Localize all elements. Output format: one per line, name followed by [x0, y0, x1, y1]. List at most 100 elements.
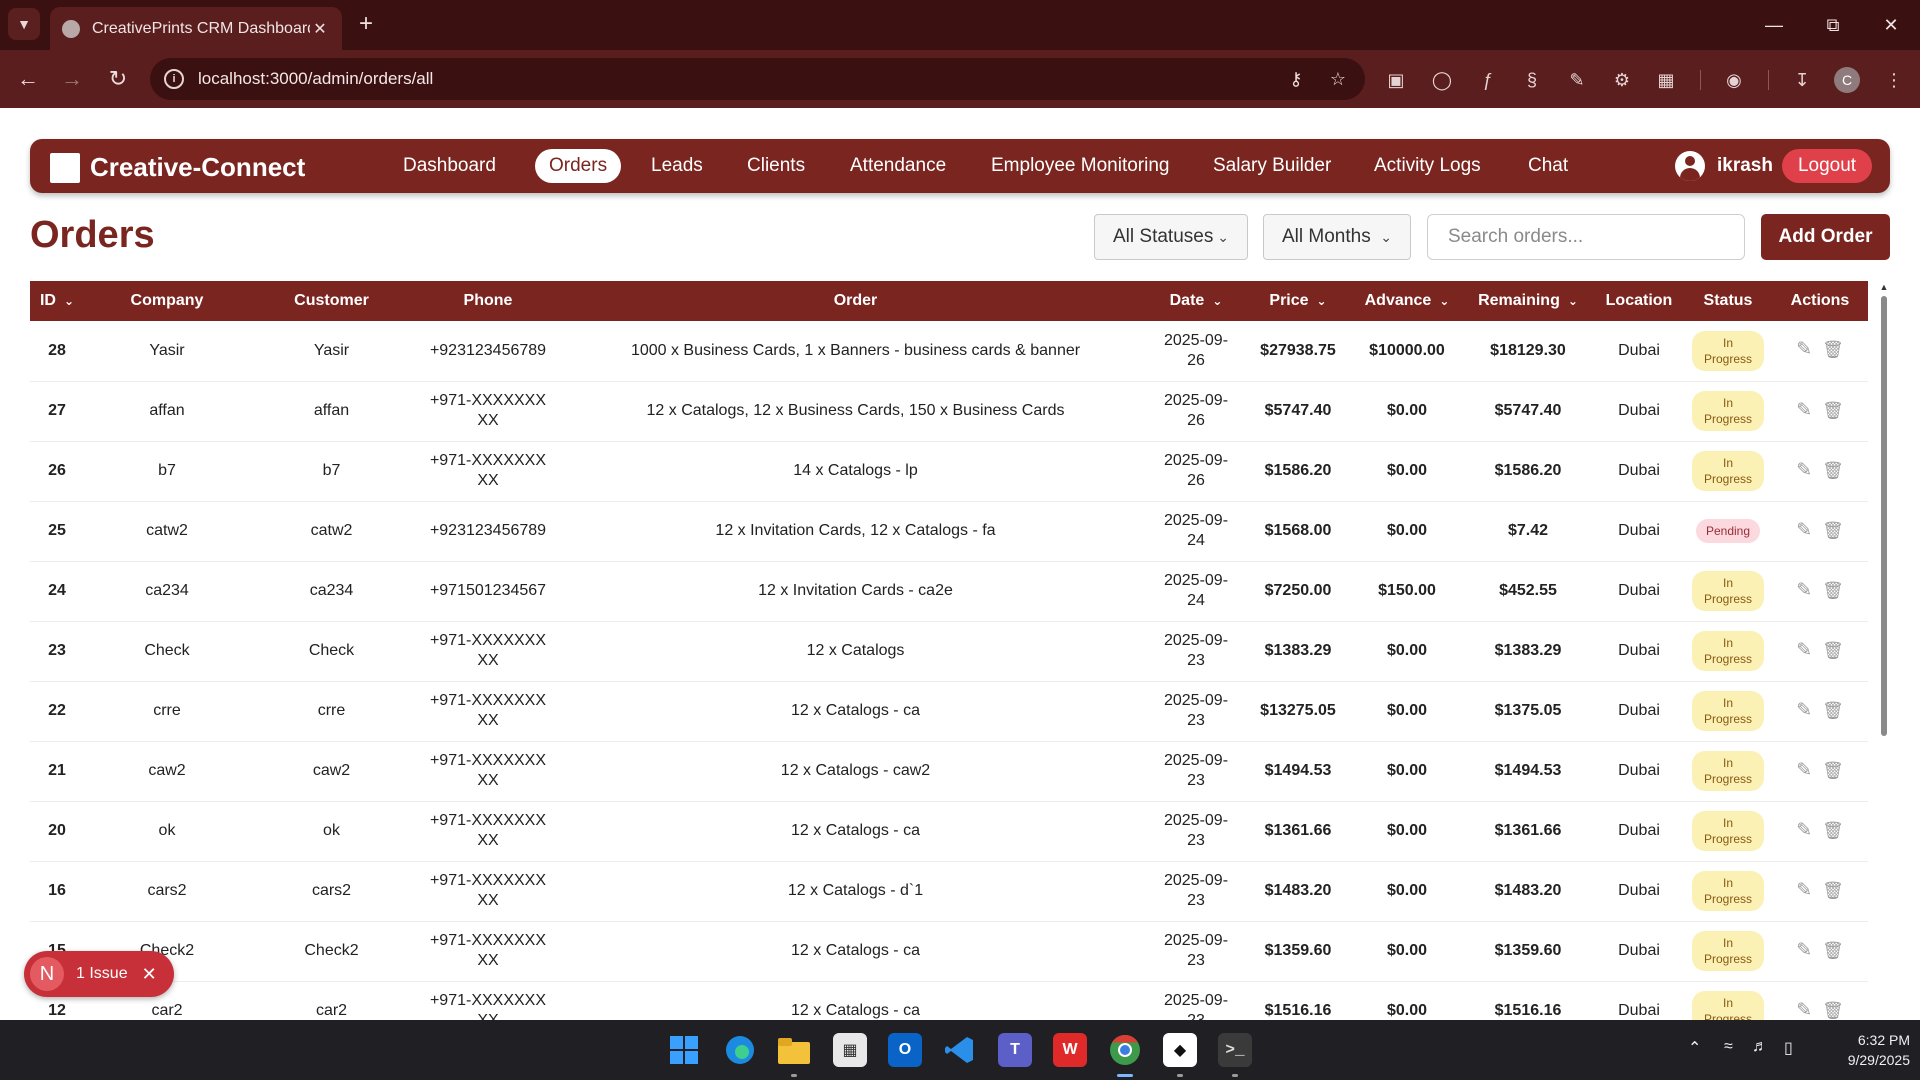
delete-trash-icon[interactable]: 🗑	[1822, 821, 1844, 841]
table-row[interactable]: 28 Yasir Yasir +923123456789 1000 x Business…	[30, 321, 1868, 382]
nav-salary-builder[interactable]: Salary Builder	[1213, 149, 1331, 183]
s-extension-icon[interactable]: §	[1518, 66, 1546, 94]
brand[interactable]: Creative-Connect	[50, 152, 305, 183]
nav-orders[interactable]: Orders	[535, 149, 622, 183]
outlook-icon[interactable]: O	[888, 1033, 922, 1067]
edit-pencil-icon[interactable]: ✎	[1796, 340, 1812, 360]
table-row[interactable]: 22 crre crre +971-XXXXXXXXX 12 x Catalogs - …	[30, 681, 1868, 742]
table-row[interactable]: 20 ok ok +971-XXXXXXXXX 12 x Catalogs - ca 20…	[30, 801, 1868, 862]
delete-trash-icon[interactable]: 🗑	[1822, 521, 1844, 541]
delete-trash-icon[interactable]: 🗑	[1822, 461, 1844, 481]
nav-leads[interactable]: Leads	[651, 149, 703, 183]
nav-attendance[interactable]: Attendance	[850, 149, 946, 183]
delete-trash-icon[interactable]: 🗑	[1822, 340, 1844, 360]
tab-search-icon[interactable]: ▼	[8, 8, 40, 40]
search-input[interactable]	[1427, 214, 1745, 260]
eyedropper-extension-icon[interactable]: ✎	[1563, 66, 1591, 94]
edit-pencil-icon[interactable]: ✎	[1796, 580, 1812, 601]
edit-pencil-icon[interactable]: ✎	[1796, 460, 1812, 481]
table-row[interactable]: 27 affan affan +971-XXXXXXXXX 12 x Catalogs,…	[30, 381, 1868, 442]
edit-pencil-icon[interactable]: ✎	[1796, 1000, 1812, 1020]
table-row[interactable]: 15Check2Check2+971-XXXXXXXXX12 x Catalog…	[30, 921, 1868, 982]
close-icon[interactable]: ✕	[142, 964, 157, 985]
add-order-button[interactable]: Add Order	[1761, 214, 1890, 260]
back-arrow-icon[interactable]: ←	[12, 63, 44, 95]
table-row[interactable]: 26 b7 b7 +971-XXXXXXXXX 14 x Catalogs - lp 20…	[30, 441, 1868, 502]
minimize-icon[interactable]: —	[1745, 0, 1803, 50]
windows-start-icon[interactable]	[667, 1033, 701, 1067]
address-bar[interactable]: i localhost:3000/admin/orders/all ⚷ ☆	[150, 58, 1365, 100]
volume-icon[interactable]: ♬	[1752, 1038, 1768, 1056]
tray-overflow-chevron-icon[interactable]: ⌃	[1688, 1038, 1701, 1058]
table-row[interactable]: 24 ca234 ca234 +971501234567 12 x Invitation…	[30, 561, 1868, 622]
delete-trash-icon[interactable]: 🗑	[1822, 641, 1844, 661]
restore-icon[interactable]: ⧉	[1804, 0, 1862, 50]
file-explorer-icon[interactable]	[777, 1033, 811, 1067]
chrome-icon[interactable]	[1108, 1033, 1142, 1067]
table-row[interactable]: 23 Check Check +971-XXXXXXXXX 12 x Catalogs 2…	[30, 621, 1868, 682]
edit-pencil-icon[interactable]: ✎	[1796, 820, 1812, 841]
wps-office-icon[interactable]: W	[1053, 1033, 1087, 1067]
screenshot-icon[interactable]: ◉	[1720, 66, 1748, 94]
column-header-price[interactable]: Price ⌄	[1244, 281, 1352, 321]
teams-icon[interactable]: T	[998, 1033, 1032, 1067]
menu-kebab-icon[interactable]: ⋮	[1880, 66, 1908, 94]
new-tab-plus-icon[interactable]: +	[352, 10, 380, 38]
logout-button[interactable]: Logout	[1782, 149, 1872, 183]
delete-trash-icon[interactable]: 🗑	[1822, 881, 1844, 901]
column-header-advance[interactable]: Advance ⌄	[1352, 281, 1462, 321]
bookmark-star-icon[interactable]: ☆	[1325, 69, 1351, 90]
site-info-icon[interactable]: i	[164, 69, 184, 89]
edit-pencil-icon[interactable]: ✎	[1796, 400, 1812, 421]
edit-pencil-icon[interactable]: ✎	[1796, 640, 1812, 661]
edit-pencil-icon[interactable]: ✎	[1796, 700, 1812, 721]
scroll-thumb[interactable]	[1881, 296, 1887, 736]
delete-trash-icon[interactable]: 🗑	[1822, 761, 1844, 781]
nav-dashboard[interactable]: Dashboard	[403, 149, 496, 183]
puzzle-extensions-icon[interactable]: ▦	[1652, 66, 1680, 94]
edit-pencil-icon[interactable]: ✎	[1796, 880, 1812, 901]
table-row[interactable]: 12car2car2+971-XXXXXXXXX12 x Catalogs - …	[30, 981, 1868, 1020]
window-close-icon[interactable]: ✕	[1862, 0, 1920, 50]
edit-pencil-icon[interactable]: ✎	[1796, 760, 1812, 781]
formula-extension-icon[interactable]: ƒ	[1474, 66, 1502, 94]
nav-employee-monitoring[interactable]: Employee Monitoring	[991, 149, 1169, 183]
download-icon[interactable]: ↧	[1788, 66, 1816, 94]
camera-extension-icon[interactable]: ▣	[1382, 66, 1410, 94]
reload-icon[interactable]: ↻	[102, 63, 134, 95]
edge-browser-icon[interactable]	[723, 1033, 757, 1067]
delete-trash-icon[interactable]: 🗑	[1822, 701, 1844, 721]
battery-icon[interactable]: ▯	[1784, 1038, 1793, 1058]
issue-toast[interactable]: N 1 Issue ✕	[24, 951, 174, 997]
gear-extension-icon[interactable]: ⚙	[1608, 66, 1636, 94]
nav-chat[interactable]: Chat	[1528, 149, 1568, 183]
cube-app-icon[interactable]: ◆	[1163, 1033, 1197, 1067]
table-scrollbar[interactable]: ▲	[1879, 282, 1889, 1020]
profile-avatar[interactable]: C	[1834, 67, 1860, 93]
edit-pencil-icon[interactable]: ✎	[1796, 520, 1812, 541]
scroll-up-arrow-icon[interactable]: ▲	[1879, 282, 1889, 292]
table-row[interactable]: 16 cars2 cars2 +971-XXXXXXXXX 12 x Catalogs …	[30, 861, 1868, 922]
delete-trash-icon[interactable]: 🗑	[1822, 1001, 1844, 1021]
system-clock[interactable]: 6:32 PM 9/29/2025	[1820, 1030, 1910, 1070]
column-header-remaining[interactable]: Remaining ⌄	[1462, 281, 1594, 321]
status-filter-select[interactable]: All Statuses ⌄	[1094, 214, 1248, 260]
forward-arrow-icon[interactable]: →	[56, 63, 88, 95]
user-menu[interactable]: ikrash	[1675, 151, 1773, 181]
month-filter-select[interactable]: All Months ⌄	[1263, 214, 1411, 260]
edit-pencil-icon[interactable]: ✎	[1796, 940, 1812, 961]
close-icon[interactable]: ✕	[310, 19, 330, 39]
column-header-date[interactable]: Date ⌄	[1148, 281, 1244, 321]
store-icon[interactable]: ▦	[833, 1033, 867, 1067]
delete-trash-icon[interactable]: 🗑	[1822, 941, 1844, 961]
delete-trash-icon[interactable]: 🗑	[1822, 581, 1844, 601]
nav-activity-logs[interactable]: Activity Logs	[1374, 149, 1481, 183]
column-header-id[interactable]: ID ⌄	[30, 281, 84, 321]
delete-trash-icon[interactable]: 🗑	[1822, 401, 1844, 421]
table-row[interactable]: 21 caw2 caw2 +971-XXXXXXXXX 12 x Catalogs - …	[30, 741, 1868, 802]
nav-clients[interactable]: Clients	[747, 149, 805, 183]
table-row[interactable]: 25 catw2 catw2 +923123456789 12 x Invitation…	[30, 501, 1868, 562]
password-key-icon[interactable]: ⚷	[1283, 69, 1309, 90]
compass-extension-icon[interactable]: ◯	[1428, 66, 1456, 94]
browser-tab[interactable]: CreativePrints CRM Dashboard ✕	[50, 7, 342, 50]
